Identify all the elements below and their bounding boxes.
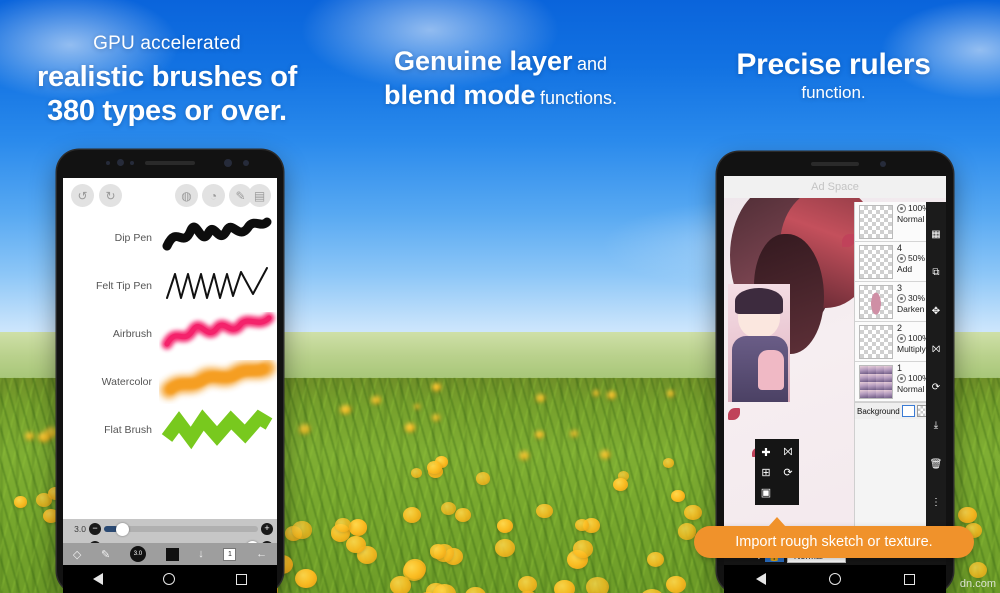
layer-count-icon[interactable]: 1: [223, 547, 237, 561]
color-swatch-icon[interactable]: [165, 547, 179, 561]
watercolor-stroke-icon: [160, 359, 276, 399]
decrease-size-button[interactable]: −: [89, 523, 101, 535]
brush-size-slider-row[interactable]: 3.0 − +: [67, 521, 273, 537]
redo-icon[interactable]: ↻: [99, 184, 122, 207]
airbrush-stroke-icon: [161, 312, 275, 350]
brush-label: Dip Pen: [114, 232, 152, 244]
drawing-bottom-toolbar: ◇ ✎ 3.0 ↓ 1 ←: [63, 543, 277, 565]
dip-pen-stroke-icon: [162, 217, 272, 251]
android-navigation-bar: [63, 565, 277, 593]
brush-stroke-preview: [159, 264, 277, 308]
brush-stroke-preview: [159, 359, 277, 404]
sensor-icon: [106, 161, 110, 165]
palette-icon[interactable]: ◍: [175, 184, 198, 207]
brush-row[interactable]: Dip Pen: [63, 214, 277, 262]
flat-brush-stroke-icon: [161, 409, 273, 450]
brush-label: Watercolor: [101, 376, 152, 388]
phone-mockup-brushes: ↺ ↻ ◍ ◔ ✎ ▤ Dip Pen Felt Tip Pen Airbrus…: [57, 150, 283, 593]
panel-layers: Genuine layer and blend mode functions. …: [334, 0, 974, 593]
panel-rulers: Precise rulers function. Ad Space: [667, 0, 1000, 593]
brush-list: Dip Pen Felt Tip Pen Airbrush Watercolor…: [63, 214, 277, 519]
phone-screen: ↺ ↻ ◍ ◔ ✎ ▤ Dip Pen Felt Tip Pen Airbrus…: [63, 178, 277, 593]
headline-line-2: 380 types or over.: [47, 95, 287, 128]
down-arrow-icon[interactable]: ↓: [198, 548, 204, 560]
brush-row[interactable]: Airbrush: [63, 310, 277, 358]
recents-square-icon[interactable]: [235, 573, 247, 585]
brush-row[interactable]: Felt Tip Pen: [63, 262, 277, 310]
brush-row[interactable]: Watercolor: [63, 358, 277, 406]
callout-banner: Import rough sketch or texture.: [694, 517, 974, 558]
headline-line-1: realistic brushes of: [37, 61, 297, 93]
headline-small: function.: [801, 83, 866, 102]
sensor-icon: [243, 160, 249, 166]
headline-bold-1: Genuine layer: [393, 46, 573, 76]
sensor-icon: [130, 161, 134, 165]
bucket-icon[interactable]: ◔: [202, 184, 225, 207]
size-icon[interactable]: 3.0: [129, 546, 146, 562]
brush-size-track[interactable]: [104, 522, 258, 536]
brush-label: Airbrush: [112, 328, 152, 340]
brush-label: Felt Tip Pen: [95, 280, 152, 292]
headline-thin-2: functions.: [539, 88, 617, 108]
brush-icon[interactable]: ✎: [101, 548, 110, 561]
felt-tip-pen-stroke-icon: [166, 267, 268, 299]
callout-banner-text: Import rough sketch or texture.: [735, 534, 933, 550]
headline-large: Precise rulers: [667, 46, 1000, 84]
brush-size-value: 3.0: [74, 524, 86, 534]
headline-small: GPU accelerated: [93, 33, 241, 54]
back-triangle-icon[interactable]: [93, 573, 104, 585]
headline-bold-2: blend mode: [383, 80, 536, 110]
home-circle-icon[interactable]: [163, 573, 176, 585]
panel-brushes: GPU accelerated realistic brushes of 380…: [0, 0, 334, 593]
increase-size-button[interactable]: +: [261, 523, 273, 535]
brush-row[interactable]: Flat Brush: [63, 406, 277, 454]
undo-icon[interactable]: ↺: [71, 184, 94, 207]
brush-stroke-preview: [159, 312, 277, 356]
drawing-top-toolbar: ↺ ↻ ◍ ◔ ✎ ▤: [63, 178, 277, 212]
headline-layers: Genuine layer and blend mode functions.: [334, 46, 667, 111]
headline-large: realistic brushes of 380 types or over.: [0, 60, 334, 128]
app-store-screenshot-banner: GPU accelerated realistic brushes of 380…: [0, 0, 1000, 593]
headline-line-1: Genuine layer and: [334, 46, 667, 77]
earpiece-speaker: [145, 161, 195, 165]
headline-thin-1: and: [576, 54, 608, 74]
brush-stroke-preview: [159, 216, 277, 260]
back-arrow-icon[interactable]: ←: [256, 548, 267, 560]
watermark: dn.com: [959, 578, 996, 590]
layers-icon[interactable]: ▤: [248, 184, 271, 207]
brush-label: Flat Brush: [104, 424, 152, 436]
eraser-icon[interactable]: ◇: [73, 548, 81, 561]
headline-line-1: Precise rulers: [736, 48, 931, 81]
headline-line-2: blend mode functions.: [334, 80, 667, 111]
front-camera-icon: [117, 159, 124, 166]
iris-scanner-icon: [224, 159, 232, 167]
brush-stroke-preview: [159, 408, 277, 452]
